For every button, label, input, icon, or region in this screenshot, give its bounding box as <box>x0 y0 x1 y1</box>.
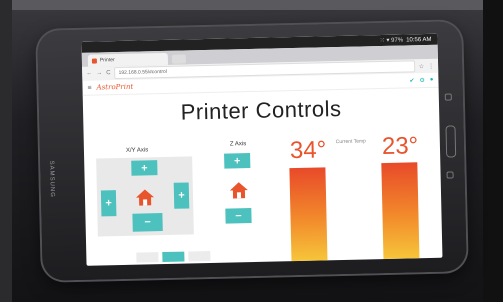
url-text: 192.168.0.55/#control <box>118 68 167 77</box>
nozzle-temp-value: 34° <box>289 136 327 165</box>
bottom-tab-1[interactable] <box>136 252 159 263</box>
recent-apps-key[interactable] <box>444 93 452 101</box>
hamburger-menu-icon[interactable]: ≡ <box>87 84 91 91</box>
current-temp-label: Current Temp <box>335 138 366 146</box>
bed-temp-bar <box>381 162 420 260</box>
bottom-tab-2[interactable] <box>162 251 185 263</box>
star-icon[interactable]: ☆ <box>419 63 425 70</box>
y-plus-button[interactable]: + <box>131 160 158 176</box>
check-icon[interactable]: ✔ <box>409 77 414 84</box>
new-tab-button[interactable] <box>171 54 186 64</box>
bottom-tab-3[interactable] <box>188 250 211 262</box>
z-axis-label: Z Axis <box>229 141 247 148</box>
status-time: 10:56 AM <box>406 36 432 43</box>
monitor-edge-left <box>0 0 12 302</box>
home-z-icon[interactable] <box>229 181 249 199</box>
y-minus-button[interactable]: − <box>132 213 163 232</box>
user-icon[interactable]: ● <box>430 77 434 83</box>
home-button[interactable] <box>445 125 457 158</box>
forward-arrow-icon[interactable]: → <box>96 70 102 76</box>
tablet-screen: ⁙ ▾ 97% 10:56 AM Printer ← → C 192.168.0… <box>81 33 443 266</box>
brand-label: SAMSUNG <box>48 160 56 198</box>
back-key[interactable] <box>446 171 454 179</box>
back-arrow-icon[interactable]: ← <box>86 71 92 77</box>
home-xy-icon[interactable] <box>135 188 155 206</box>
bottom-tab-row <box>136 250 211 263</box>
favicon-icon <box>91 57 97 64</box>
monitor-edge-top <box>0 0 503 10</box>
overflow-menu-icon[interactable]: ⋮ <box>428 62 434 69</box>
nozzle-temp-bar <box>289 167 328 262</box>
bed-temp-value: 23° <box>381 132 419 161</box>
reload-icon[interactable]: C <box>106 70 110 76</box>
xy-jog-panel: + + + − <box>96 156 194 237</box>
settings-icon[interactable]: ⚙ <box>419 77 425 84</box>
z-up-button[interactable]: + <box>224 153 251 169</box>
tablet-device: SAMSUNG ⁙ ▾ 97% 10:56 AM Printer ← → C 1… <box>37 21 467 281</box>
page-title: Printer Controls <box>180 95 342 125</box>
monitor-edge-right <box>483 0 503 302</box>
z-down-button[interactable]: − <box>225 208 252 224</box>
browser-tab[interactable]: Printer <box>87 52 169 67</box>
x-minus-button[interactable]: + <box>100 190 117 217</box>
x-plus-button[interactable]: + <box>173 182 190 209</box>
xy-axis-label: X/Y Axis <box>125 147 149 154</box>
tab-title: Printer <box>99 57 115 64</box>
app-logo: AstroPrint <box>96 82 134 92</box>
status-icons: ⁙ ▾ 97% <box>379 37 404 45</box>
